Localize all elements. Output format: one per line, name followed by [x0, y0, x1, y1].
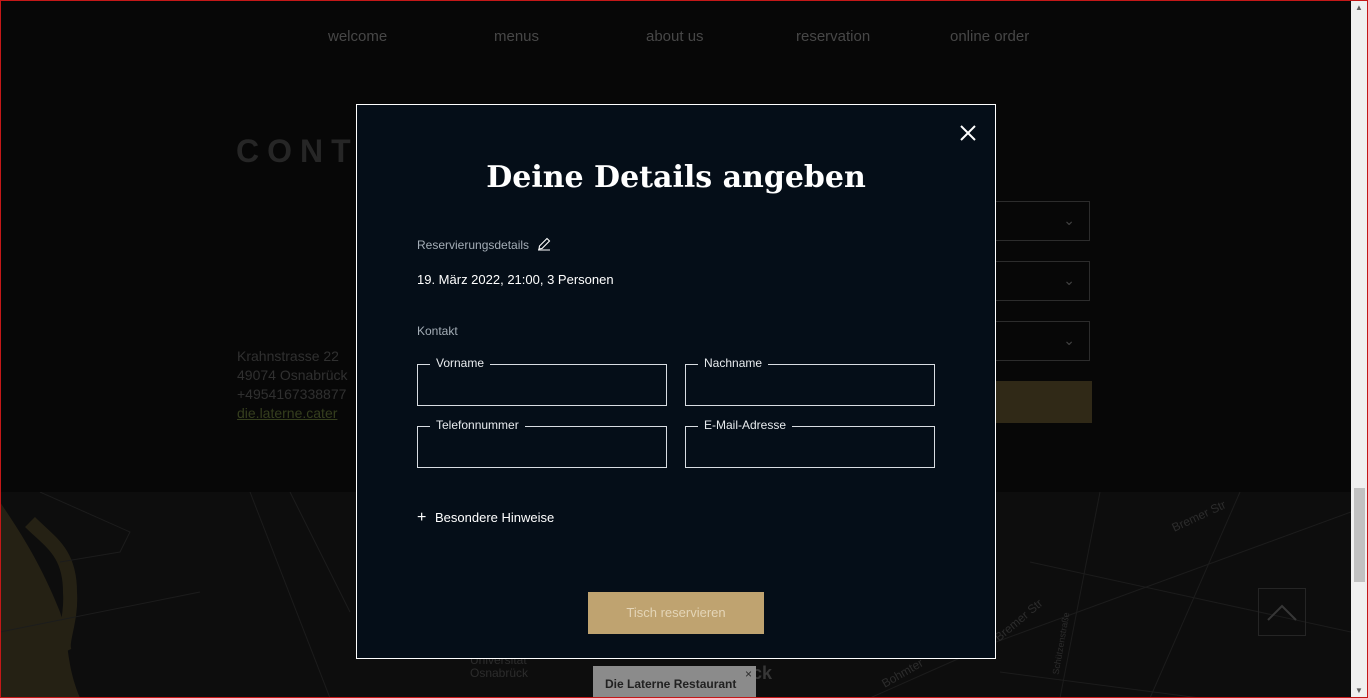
- first-name-field[interactable]: Vorname: [417, 356, 667, 406]
- last-name-input[interactable]: [686, 365, 934, 405]
- details-modal: Deine Details angeben Reservierungsdetai…: [356, 104, 996, 659]
- phone-input[interactable]: [418, 427, 666, 467]
- phone-field[interactable]: Telefonnummer: [417, 418, 667, 468]
- scrollbar[interactable]: ▲ ▼: [1351, 0, 1368, 698]
- contact-label: Kontakt: [417, 324, 458, 338]
- close-icon[interactable]: [958, 123, 978, 143]
- first-name-input[interactable]: [418, 365, 666, 405]
- phone-label: Telefonnummer: [430, 418, 525, 432]
- scrollbar-thumb[interactable]: [1354, 488, 1365, 582]
- special-notes-toggle[interactable]: + Besondere Hinweise: [417, 509, 555, 526]
- email-field[interactable]: E-Mail-Adresse: [685, 418, 935, 468]
- email-input[interactable]: [686, 427, 934, 467]
- reservation-details-label: Reservierungsdetails: [417, 238, 530, 252]
- reservation-details-value: 19. März 2022, 21:00, 3 Personen: [417, 272, 614, 287]
- special-notes-label: Besondere Hinweise: [435, 510, 555, 525]
- scroll-up-arrow-icon[interactable]: ▲: [1355, 3, 1363, 12]
- modal-title: Deine Details angeben: [486, 160, 866, 195]
- email-label: E-Mail-Adresse: [698, 418, 793, 432]
- scroll-down-arrow-icon[interactable]: ▼: [1355, 686, 1363, 695]
- last-name-field[interactable]: Nachname: [685, 356, 935, 406]
- plus-icon: +: [417, 509, 427, 526]
- first-name-label: Vorname: [430, 356, 491, 370]
- last-name-label: Nachname: [698, 356, 769, 370]
- reserve-table-button[interactable]: Tisch reservieren: [588, 592, 764, 634]
- pencil-icon[interactable]: [537, 237, 551, 251]
